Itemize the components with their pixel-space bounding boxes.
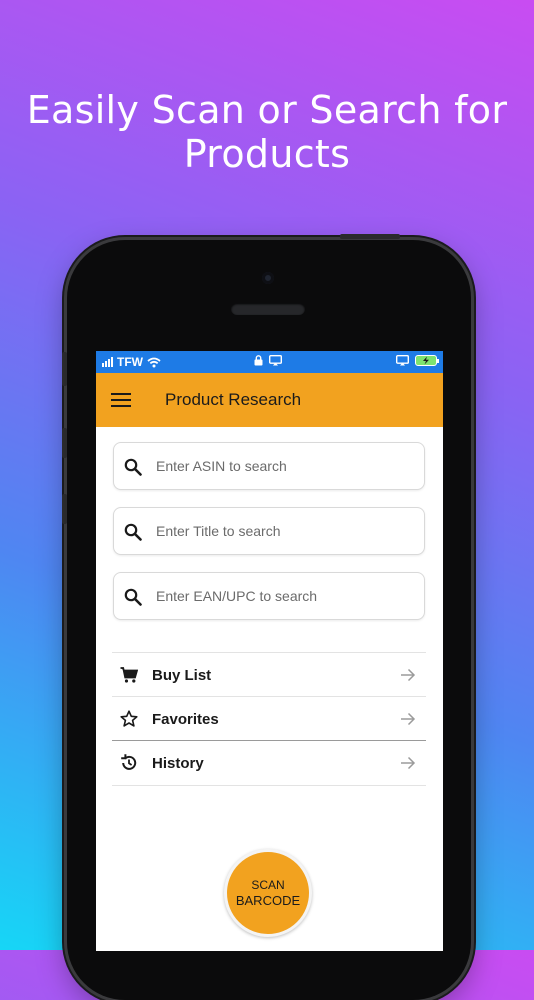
phone-volume-up: [62, 428, 67, 458]
menu-item-favorites[interactable]: Favorites: [112, 697, 426, 741]
search-icon: [124, 523, 142, 541]
title-search-input[interactable]: Enter Title to search: [113, 507, 425, 555]
earpiece-speaker: [231, 303, 305, 315]
search-icon: [124, 588, 142, 606]
ean-upc-search-input[interactable]: Enter EAN/UPC to search: [113, 572, 425, 620]
screen-mirroring-icon: [269, 355, 282, 366]
arrow-right-icon: [401, 712, 416, 726]
scan-button-line-1: SCAN: [251, 878, 285, 892]
scan-barcode-button[interactable]: SCAN BARCODE: [224, 849, 312, 937]
phone-silent-switch: [62, 352, 67, 386]
star-icon: [120, 710, 138, 727]
arrow-right-icon: [401, 668, 416, 682]
lock-icon: [254, 355, 263, 366]
status-bar: TFW: [96, 351, 443, 373]
ean-upc-search-placeholder: Enter EAN/UPC to search: [156, 588, 318, 604]
title-search-placeholder: Enter Title to search: [156, 523, 281, 539]
headline-line-1: Easily Scan or Search for: [26, 88, 508, 132]
list-divider: [112, 785, 426, 786]
airplay-icon: [396, 355, 409, 366]
wifi-icon: [147, 357, 161, 367]
cart-icon: [120, 667, 138, 683]
phone-screen: TFW Product Research Enter ASIN to searc…: [96, 351, 443, 951]
signal-icon: [102, 357, 113, 367]
promo-headline: Easily Scan or Search for Products: [0, 88, 534, 176]
buy-list-label: Buy List: [152, 667, 212, 684]
history-label: History: [152, 755, 204, 772]
favorites-label: Favorites: [152, 711, 219, 728]
history-icon: [121, 754, 137, 770]
search-icon: [124, 458, 142, 476]
app-title: Product Research: [165, 390, 302, 409]
asin-search-placeholder: Enter ASIN to search: [156, 458, 287, 474]
app-bar: Product Research: [96, 373, 443, 427]
menu-item-history[interactable]: History: [112, 741, 426, 785]
carrier-label: TFW: [117, 355, 143, 369]
phone-power-button: [340, 234, 400, 239]
front-camera: [262, 272, 274, 284]
hamburger-menu-icon[interactable]: [111, 393, 131, 409]
asin-search-input[interactable]: Enter ASIN to search: [113, 442, 425, 490]
phone-volume-down: [62, 494, 67, 524]
menu-item-buy-list[interactable]: Buy List: [112, 653, 426, 697]
arrow-right-icon: [401, 756, 416, 770]
battery-icon: [415, 355, 439, 366]
scan-button-line-2: BARCODE: [235, 893, 301, 908]
headline-line-2: Products: [183, 132, 351, 176]
